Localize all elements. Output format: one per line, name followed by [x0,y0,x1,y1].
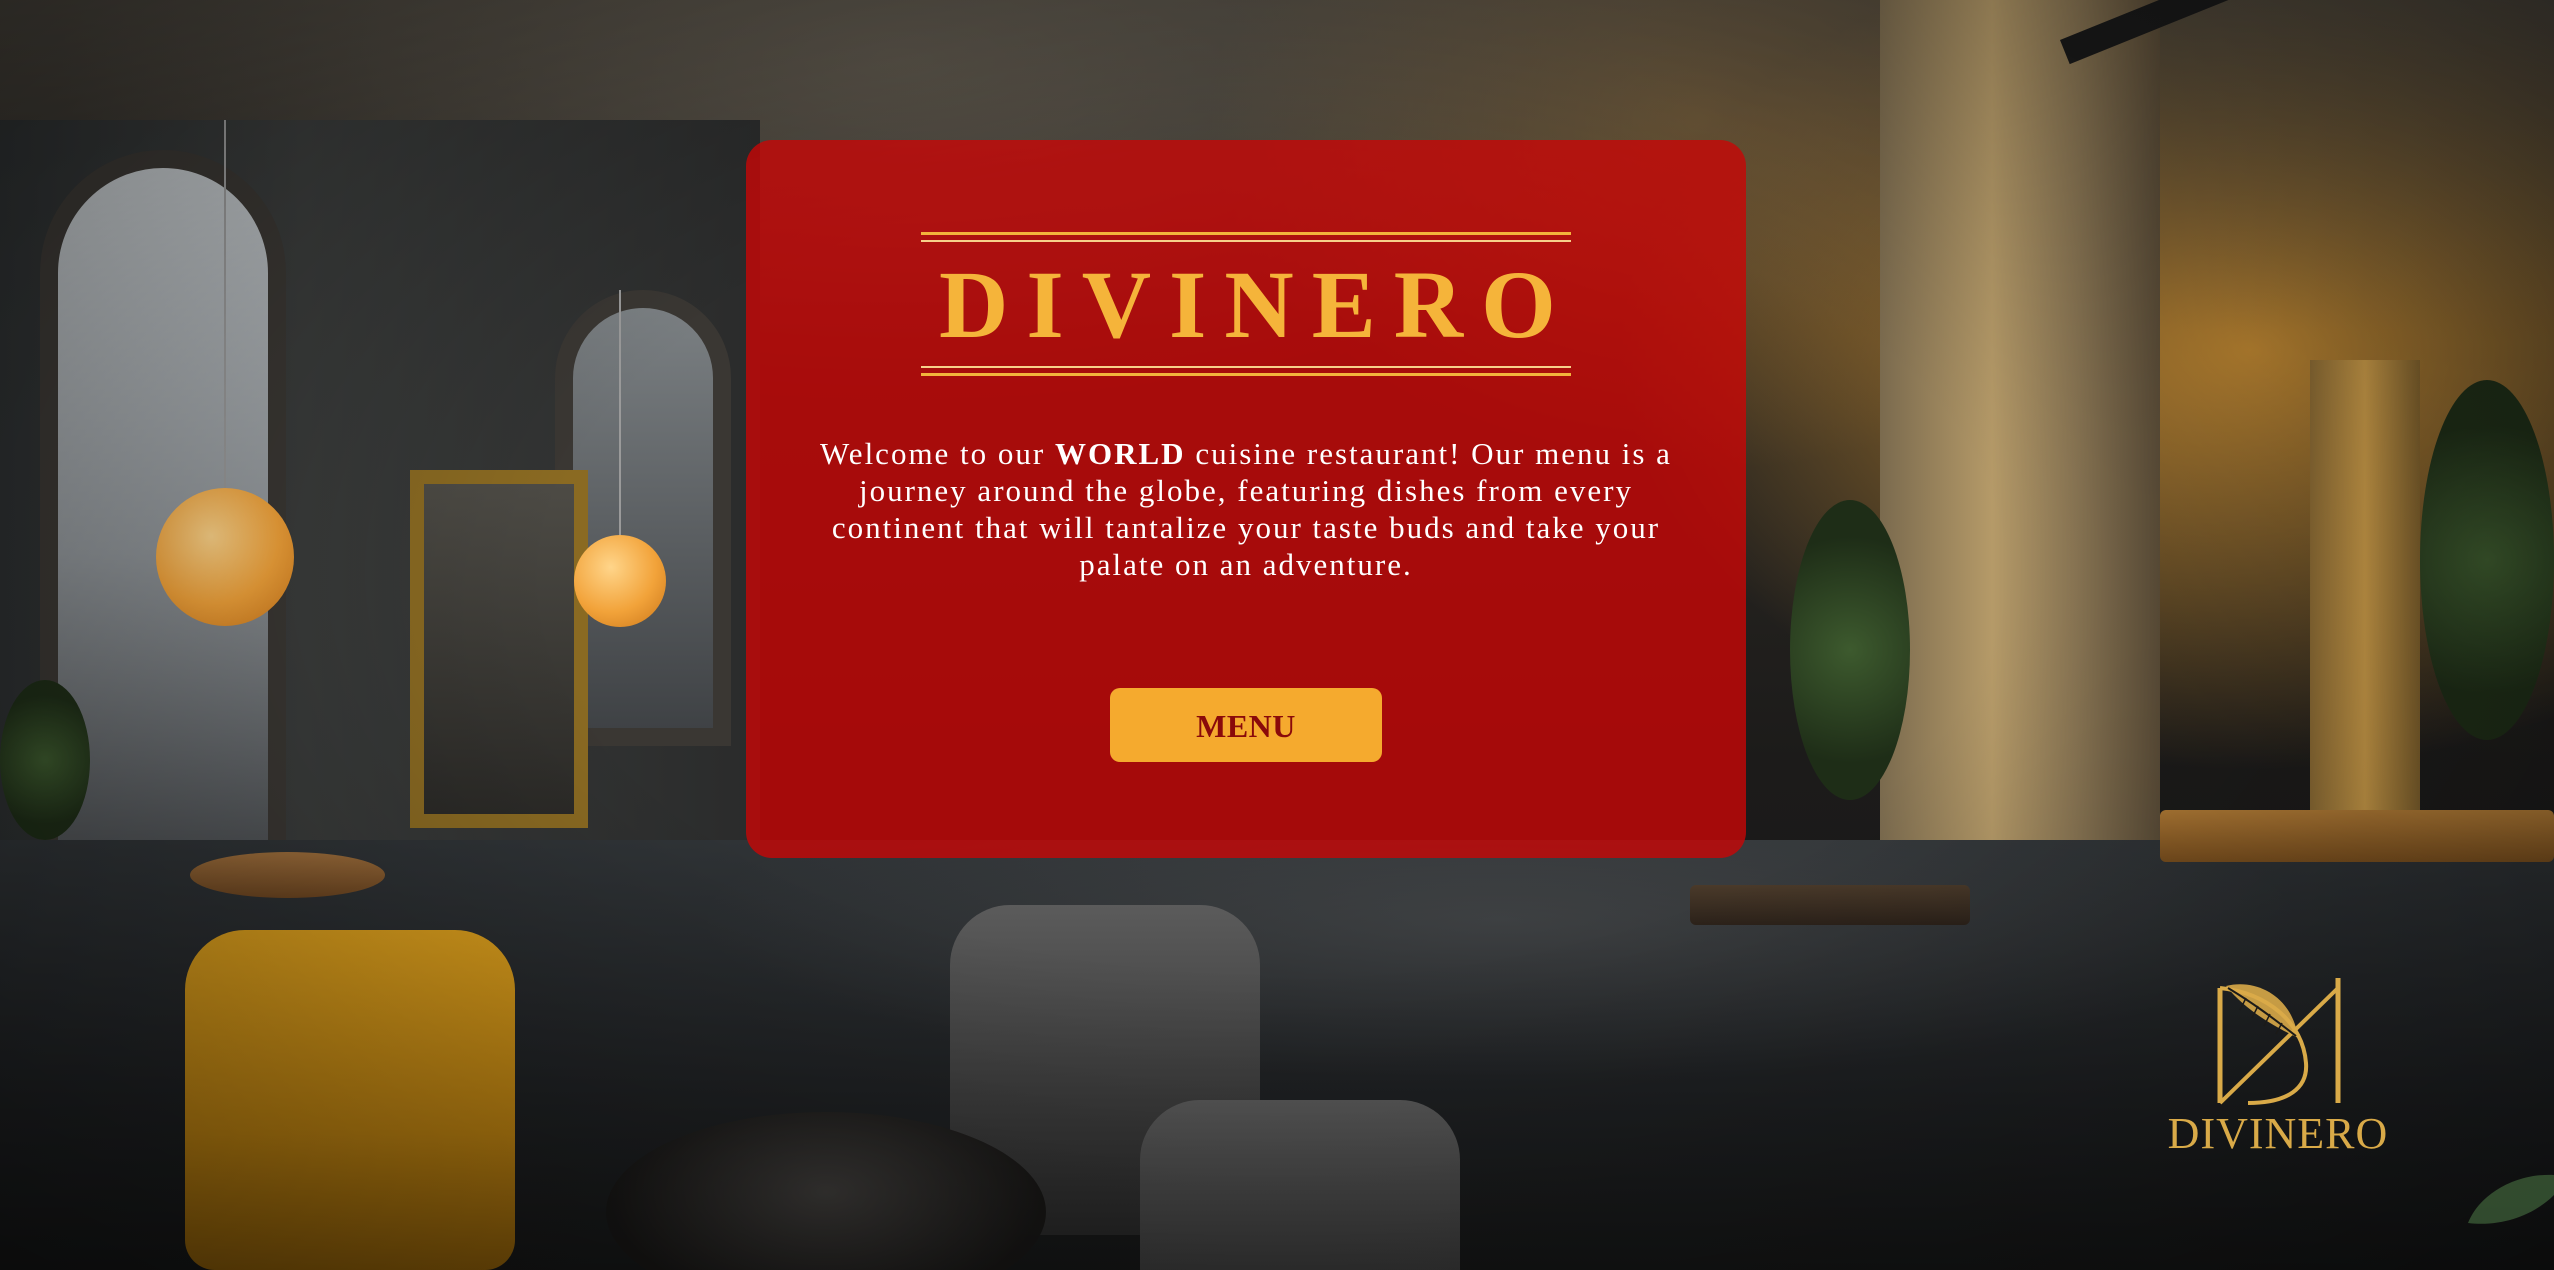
top-rule-inner [921,240,1571,242]
hero-card: DIVINERO Welcome to our WORLD cuisine re… [746,140,1746,858]
intro-text-highlight: WORLD [1055,436,1186,471]
top-rule [921,232,1571,235]
leaf-monogram-icon [2217,978,2341,1105]
leaf-icon [2468,1174,2554,1224]
intro-text-start: Welcome to our [820,436,1055,471]
logo-wordmark: DIVINERO [2167,1109,2389,1158]
bottom-rule [921,373,1571,376]
brand-logo: DIVINERO [2128,968,2428,1158]
brand-title: DIVINERO [939,251,1574,358]
bottom-rule-inner [921,366,1571,368]
brand-title-block: DIVINERO [921,232,1571,376]
intro-text: Welcome to our WORLD cuisine restaurant!… [816,435,1676,583]
menu-button[interactable]: MENU [1110,688,1382,762]
